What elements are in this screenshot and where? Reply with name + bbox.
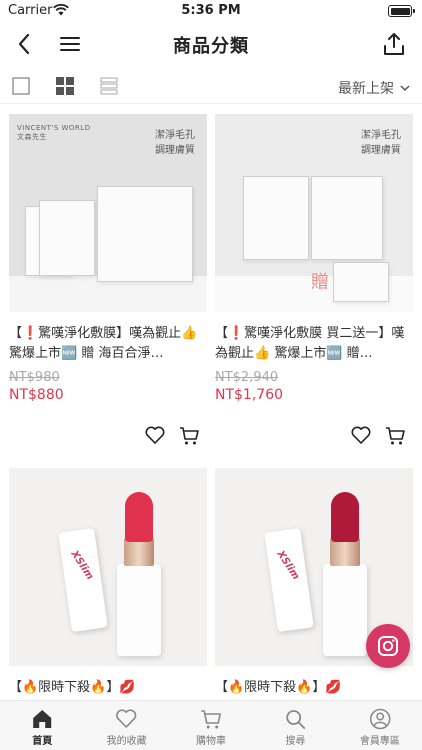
sale-price: NT$1,760	[215, 387, 284, 403]
tab-favorites[interactable]: 我的收藏	[84, 701, 168, 750]
cart-icon	[386, 427, 405, 445]
sort-selected-label: 最新上架	[338, 81, 394, 97]
tab-label: 搜尋	[285, 736, 306, 747]
product-card[interactable]: XSlim 【🔥限時下殺🔥】💋	[9, 468, 207, 700]
tab-search[interactable]: 搜尋	[253, 701, 337, 750]
original-price: NT$980	[9, 370, 60, 385]
gift-label: 贈	[311, 272, 329, 293]
status-time: 5:36 PM	[181, 3, 241, 18]
grid-view-icon[interactable]	[56, 77, 74, 95]
tab-home[interactable]: 首頁	[0, 701, 84, 750]
chevron-down-icon	[400, 84, 410, 91]
home-icon	[33, 710, 52, 728]
original-price: NT$2,940	[215, 370, 279, 385]
product-image[interactable]: XSlim	[9, 468, 207, 666]
lipstick-bullet	[125, 492, 153, 542]
list-view-icon[interactable]	[100, 77, 118, 95]
single-view-icon[interactable]	[12, 77, 30, 95]
product-card[interactable]: 潔淨毛孔 調理膚質 贈 【❗驚嘆淨化敷膜 買二送一】嘆為觀止👍 驚爆上市🆕 贈……	[215, 114, 413, 403]
sort-select[interactable]: 最新上架	[338, 78, 410, 98]
tab-label: 購物車	[196, 736, 227, 747]
sale-price: NT$880	[9, 387, 64, 403]
product-actions	[137, 426, 207, 450]
share-button[interactable]	[380, 30, 408, 58]
share-icon	[384, 33, 404, 55]
status-bar: Carrier 5:36 PM	[0, 0, 422, 22]
product-title[interactable]: 【❗驚嘆淨化敷膜】嘆為觀止👍 驚爆上市🆕 贈 海百合淨…	[9, 324, 207, 364]
tab-label: 首頁	[32, 736, 53, 747]
product-image[interactable]: 潔淨毛孔 調理膚質 贈	[215, 114, 413, 312]
page-title: 商品分類	[173, 36, 249, 57]
search-icon	[286, 710, 306, 729]
cart-icon	[201, 710, 221, 729]
instagram-icon	[378, 636, 398, 656]
product-card[interactable]: VINCENT'S WORLD 文森先生 潔淨毛孔 調理膚質 【❗驚嘆淨化敷膜】…	[9, 114, 207, 403]
tab-label: 我的收藏	[106, 736, 147, 747]
tab-member[interactable]: 會員專區	[338, 701, 422, 750]
add-to-cart-button[interactable]	[179, 426, 199, 450]
cart-icon	[180, 427, 199, 445]
product-grid: VINCENT'S WORLD 文森先生 潔淨毛孔 調理膚質 【❗驚嘆淨化敷膜】…	[0, 104, 422, 700]
product-tagline: 潔淨毛孔 調理膚質	[155, 130, 195, 156]
instagram-button[interactable]	[366, 624, 410, 668]
heart-icon	[351, 426, 371, 444]
product-image[interactable]: VINCENT'S WORLD 文森先生 潔淨毛孔 調理膚質	[9, 114, 207, 312]
favorite-button[interactable]	[145, 426, 165, 448]
tab-label: 會員專區	[359, 736, 400, 747]
product-tagline: 潔淨毛孔 調理膚質	[361, 130, 401, 156]
tab-bar: 首頁 我的收藏 購物車 搜尋 會員專區	[0, 700, 422, 750]
lipstick-bullet	[331, 492, 359, 542]
product-title[interactable]: 【🔥限時下殺🔥】💋	[9, 678, 207, 700]
brand-logo: VINCENT'S WORLD 文森先生	[17, 124, 91, 141]
view-toolbar: 最新上架	[0, 68, 422, 104]
heart-icon	[145, 426, 165, 444]
tab-cart[interactable]: 購物車	[169, 701, 253, 750]
product-title[interactable]: 【❗驚嘆淨化敷膜 買二送一】嘆為觀止👍 驚爆上市🆕 贈…	[215, 324, 413, 364]
product-title[interactable]: 【🔥限時下殺🔥】💋	[215, 678, 413, 700]
battery-icon	[388, 5, 415, 17]
user-icon	[369, 708, 391, 730]
product-actions	[343, 426, 413, 450]
heart-icon	[116, 709, 137, 728]
nav-bar: 商品分類	[0, 22, 422, 64]
add-to-cart-button[interactable]	[385, 426, 405, 450]
favorite-button[interactable]	[351, 426, 371, 448]
